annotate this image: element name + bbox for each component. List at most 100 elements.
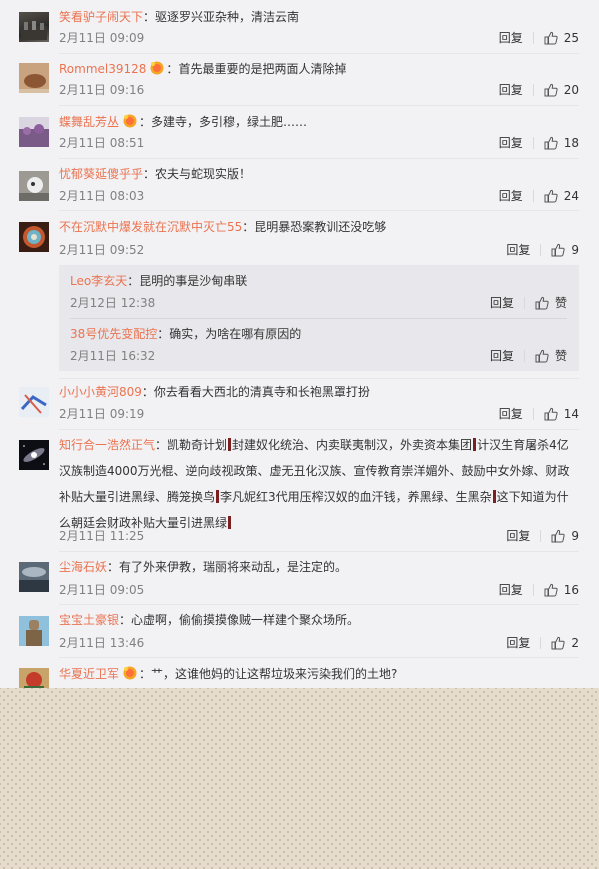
- thumbs-up-icon: [551, 243, 566, 257]
- comment-time: 2月11日 13:46: [59, 636, 145, 650]
- reply-button[interactable]: 回复: [506, 242, 530, 258]
- avatar[interactable]: [19, 668, 49, 688]
- comment-divider: [59, 158, 579, 159]
- avatar[interactable]: [19, 117, 49, 147]
- comment-actions: 回复 2: [506, 635, 579, 651]
- reply-box: Leo李玄天：昆明的事是沙甸串联 2月12日 12:38 回复 赞 38号优先变…: [59, 265, 579, 371]
- like-button[interactable]: 24: [544, 188, 579, 204]
- like-button[interactable]: 9: [551, 528, 579, 544]
- comment-divider: [59, 604, 579, 605]
- like-button[interactable]: 9: [551, 242, 579, 258]
- reply-time: 2月11日 16:32: [70, 349, 156, 363]
- username-link[interactable]: 蝶舞乱芳丛: [59, 115, 119, 129]
- like-count: 24: [563, 189, 579, 203]
- reply-button[interactable]: 回复: [499, 582, 523, 598]
- reply-button[interactable]: 回复: [490, 295, 514, 311]
- username-link[interactable]: 尘海石妖: [59, 560, 107, 574]
- reply-button[interactable]: 回复: [499, 82, 523, 98]
- comment-body: 尘海石妖：有了外来伊教，瑞丽将来动乱，是注定的。: [59, 560, 348, 574]
- avatar[interactable]: [19, 616, 49, 646]
- vip-badge-icon: [122, 114, 138, 128]
- comment-time: 2月11日 08:51: [59, 136, 145, 150]
- thumbs-up-icon: [544, 583, 558, 597]
- like-count: 2: [571, 636, 579, 650]
- avatar[interactable]: [19, 440, 49, 470]
- reply-actions: 回复 赞: [490, 348, 567, 364]
- reply-divider: [70, 318, 567, 319]
- username-link[interactable]: 不在沉默中爆发就在沉默中灭亡55: [59, 220, 242, 234]
- comment-body: 笑看驴子闹天下：驱逐罗兴亚杂种，清洁云南: [59, 10, 300, 24]
- mark-icon: [228, 516, 232, 529]
- comment-text: 李凡妮红3代用压榨汉奴的血汗钱，养黑绿、生黑杂: [220, 490, 492, 504]
- username-link[interactable]: Leo李玄天: [70, 274, 127, 288]
- like-button[interactable]: 赞: [535, 348, 567, 364]
- comment-actions: 回复 18: [499, 135, 579, 151]
- reply-button[interactable]: 回复: [506, 635, 530, 651]
- comment-body: 蝶舞乱芳丛 ：多建寺，多引穆，绿土肥……: [59, 114, 308, 129]
- divider: [532, 408, 534, 420]
- reply-button[interactable]: 回复: [499, 135, 523, 151]
- comment-text: 有了外来伊教，瑞丽将来动乱，是注定的。: [119, 560, 348, 574]
- avatar[interactable]: [19, 387, 49, 417]
- reply-actions: 回复 赞: [490, 295, 567, 311]
- comment-actions: 回复 14: [499, 406, 579, 422]
- username-link[interactable]: 华夏近卫军: [59, 667, 119, 681]
- comment-text: 农夫与蛇现实版！: [155, 167, 252, 181]
- avatar[interactable]: [19, 222, 49, 252]
- like-button[interactable]: 2: [551, 635, 579, 651]
- avatar[interactable]: [19, 171, 49, 201]
- comment-text: 多建寺，多引穆，绿土肥……: [151, 115, 308, 129]
- like-button[interactable]: 25: [544, 30, 579, 46]
- like-button[interactable]: 14: [544, 406, 579, 422]
- mark-icon: [216, 490, 220, 503]
- thumbs-up-icon: [551, 636, 566, 650]
- comment-body: Rommel39128 ：首先最重要的是把两面人清除掉: [59, 61, 347, 76]
- thumbs-up-icon: [551, 529, 566, 543]
- divider: [540, 530, 542, 542]
- reply-text: 昆明的事是沙甸串联: [139, 274, 248, 288]
- comment-time: 2月11日 09:09: [59, 31, 145, 45]
- divider: [523, 297, 525, 309]
- comment-divider: [59, 53, 579, 54]
- comment-time: 2月11日 08:03: [59, 189, 145, 203]
- username-link[interactable]: 宝宝土豪银: [59, 613, 119, 627]
- comment-actions: 回复 20: [499, 82, 579, 98]
- comment-body: 华夏近卫军 ：艹，这谁他妈的让这帮垃圾来污染我们的土地?: [59, 666, 398, 681]
- vip-badge-icon: [122, 666, 138, 680]
- reply-button[interactable]: 回复: [506, 528, 530, 544]
- like-button[interactable]: 16: [544, 582, 579, 598]
- like-count: 20: [563, 83, 579, 97]
- reply-button[interactable]: 回复: [499, 188, 523, 204]
- comment-divider: [59, 378, 579, 379]
- reply-button[interactable]: 回复: [490, 348, 514, 364]
- reply-button[interactable]: 回复: [499, 30, 523, 46]
- avatar[interactable]: [19, 562, 49, 592]
- comment-text: 驱逐罗兴亚杂种，清洁云南: [155, 10, 300, 24]
- like-button[interactable]: 赞: [535, 295, 567, 311]
- username-link[interactable]: 知行合一浩然正气: [59, 438, 155, 452]
- comment-text: 心虚啊，偷偷摸摸像贼一样建个聚众场所。: [131, 613, 360, 627]
- comment-actions: 回复 24: [499, 188, 579, 204]
- username-link[interactable]: 小小小黄河809: [59, 385, 142, 399]
- comment-text: 艹，这谁他妈的让这帮垃圾来污染我们的土地?: [151, 667, 398, 681]
- username-link[interactable]: 38号优先变配控: [70, 327, 157, 341]
- like-count: 18: [563, 136, 579, 150]
- comment-text: 首先最重要的是把两面人清除掉: [178, 62, 347, 76]
- divider: [532, 137, 534, 149]
- divider: [532, 190, 534, 202]
- avatar[interactable]: [19, 63, 49, 93]
- username-link[interactable]: 笑看驴子闹天下: [59, 10, 143, 24]
- reply-button[interactable]: 回复: [499, 406, 523, 422]
- like-label: 赞: [554, 349, 567, 363]
- avatar[interactable]: [19, 12, 49, 42]
- username-link[interactable]: 忧郁葵延傻乎乎: [59, 167, 143, 181]
- divider: [532, 84, 534, 96]
- divider: [540, 244, 542, 256]
- like-button[interactable]: 18: [544, 135, 579, 151]
- thumbs-up-icon: [544, 407, 558, 421]
- comment-text: 昆明暴恐案教训还没吃够: [254, 220, 387, 234]
- username-link[interactable]: Rommel39128: [59, 62, 146, 76]
- like-button[interactable]: 20: [544, 82, 579, 98]
- comment-time: 2月11日 09:05: [59, 583, 145, 597]
- like-count: 25: [563, 31, 579, 45]
